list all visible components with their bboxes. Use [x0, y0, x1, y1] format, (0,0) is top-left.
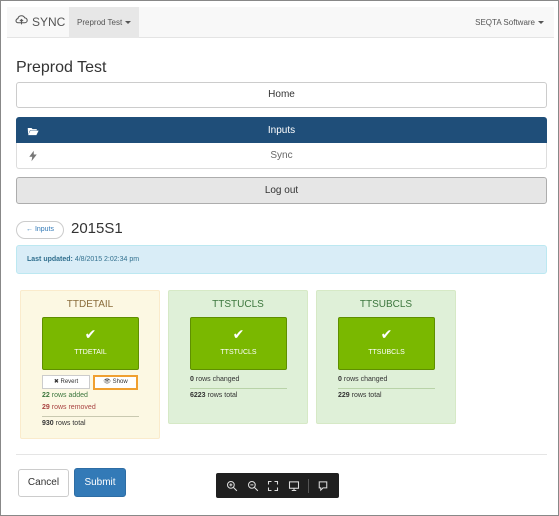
table-card-ttsubcls: TTSUBCLS ✔ TTSUBCLS 0 rows changed 229 r… [316, 290, 456, 424]
show-button-label: Show [112, 379, 128, 385]
caret-down-icon [538, 21, 544, 25]
times-icon: ✖ [53, 379, 59, 385]
rows-total-count: 6223 [190, 392, 206, 399]
last-updated-value: 4/8/2015 2:02:34 pm [74, 256, 140, 263]
last-updated-alert: Last updated: 4/8/2015 2:02:34 pm [16, 245, 547, 274]
rows-total-count: 229 [338, 392, 350, 399]
batch-title: 2015S1 [71, 220, 123, 237]
submit-button[interactable]: Submit [74, 468, 126, 497]
cloud-sync-icon [15, 7, 28, 38]
menu-item-inputs[interactable]: Inputs [16, 117, 547, 143]
card-title: TTDETAIL [66, 299, 114, 310]
revert-button-label: Revert [60, 379, 79, 385]
show-button[interactable]: 👁 Show [93, 375, 138, 390]
home-button[interactable]: Home [16, 82, 547, 108]
bolt-icon [27, 143, 41, 169]
fullscreen-icon[interactable] [267, 479, 280, 492]
check-icon: ✔ [380, 326, 393, 342]
rows-changed-count: 0 [190, 376, 194, 383]
eye-icon: 👁 [103, 379, 111, 385]
tile-label: TTSUBCLS [368, 349, 405, 356]
rows-changed-stat: 0 rows changed [338, 376, 387, 383]
menu-item-sync[interactable]: Sync [16, 143, 547, 169]
check-icon: ✔ [232, 326, 245, 342]
divider [338, 388, 435, 389]
footer-divider [16, 454, 547, 455]
viewer-toolbar [216, 473, 339, 498]
main-menu: Inputs Sync [16, 117, 547, 169]
rows-total-text: rows total [351, 392, 382, 399]
monitor-icon[interactable] [287, 479, 300, 492]
revert-button[interactable]: ✖ Revert [42, 375, 90, 389]
rows-total-stat: 6223 rows total [190, 392, 238, 399]
table-card-ttstucls: TTSTUCLS ✔ TTSTUCLS 0 rows changed 6223 … [168, 290, 308, 424]
rows-removed-text: rows removed [51, 404, 96, 411]
rows-changed-stat: 0 rows changed [190, 376, 239, 383]
back-to-inputs-button[interactable]: ← Inputs [16, 221, 65, 239]
project-dropdown[interactable]: Preprod Test [69, 7, 140, 38]
rows-total-stat: 930 rows total [42, 420, 86, 427]
check-icon: ✔ [84, 326, 97, 342]
folder-open-icon [27, 118, 41, 144]
tile-label: TTSTUCLS [220, 349, 257, 356]
rows-added-count: 22 [42, 392, 50, 399]
page-title: Preprod Test [16, 59, 107, 76]
rows-added-stat: 22 rows added [42, 392, 88, 399]
rows-total-count: 930 [42, 420, 54, 427]
zoom-in-icon[interactable] [226, 479, 239, 492]
project-dropdown-label: Preprod Test [77, 18, 123, 27]
card-title: TTSTUCLS [212, 299, 264, 310]
brand-link[interactable]: SYNC [15, 7, 65, 38]
last-updated-label: Last updated: [27, 256, 73, 263]
table-tile-ttdetail[interactable]: ✔ TTDETAIL [42, 317, 139, 370]
tile-label: TTDETAIL [74, 349, 107, 356]
zoom-out-icon[interactable] [246, 479, 259, 492]
screenshot-frame: SYNC Preprod Test SEQTA Software Preprod… [0, 0, 559, 516]
rows-removed-stat: 29 rows removed [42, 404, 96, 411]
table-tile-ttstucls[interactable]: ✔ TTSTUCLS [190, 317, 287, 370]
rows-removed-count: 29 [42, 404, 50, 411]
rows-total-stat: 229 rows total [338, 392, 382, 399]
account-dropdown[interactable]: SEQTA Software [475, 7, 544, 38]
rows-total-text: rows total [207, 392, 238, 399]
menu-item-sync-label: Sync [270, 150, 293, 161]
table-tile-ttsubcls[interactable]: ✔ TTSUBCLS [338, 317, 435, 370]
table-card-ttdetail: TTDETAIL ✔ TTDETAIL ✖ Revert 👁 Show 22 r… [20, 290, 160, 439]
rows-total-text: rows total [55, 420, 86, 427]
comment-icon[interactable] [316, 479, 329, 492]
toolbar-separator [307, 478, 309, 493]
divider [42, 416, 139, 417]
rows-changed-text: rows changed [343, 376, 388, 383]
rows-changed-count: 0 [338, 376, 342, 383]
card-title: TTSUBCLS [359, 299, 413, 310]
cancel-button[interactable]: Cancel [18, 469, 69, 497]
rows-changed-text: rows changed [195, 376, 240, 383]
top-navbar: SYNC Preprod Test SEQTA Software [7, 7, 554, 38]
logout-button[interactable]: Log out [16, 177, 547, 204]
menu-item-inputs-label: Inputs [267, 125, 296, 136]
caret-down-icon [125, 21, 132, 25]
account-dropdown-label: SEQTA Software [475, 18, 535, 27]
rows-added-text: rows added [51, 392, 88, 399]
brand-label: SYNC [32, 15, 66, 29]
divider [190, 388, 287, 389]
